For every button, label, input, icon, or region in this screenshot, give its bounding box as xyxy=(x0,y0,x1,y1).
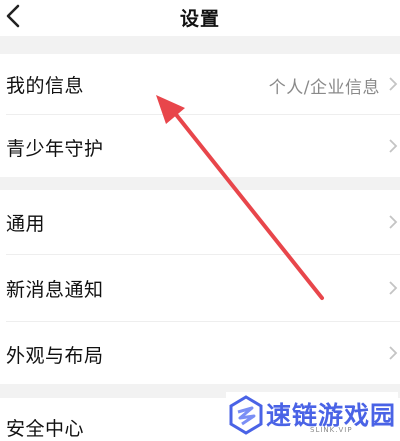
chevron-right-icon xyxy=(389,215,398,229)
watermark-subtext: SLINK.VIP xyxy=(310,426,353,434)
settings-item-value: 个人/企业信息 xyxy=(268,78,380,98)
settings-item-label: 我的信息 xyxy=(6,75,85,97)
settings-item-label: 新消息通知 xyxy=(6,279,104,301)
settings-item-label: 青少年守护 xyxy=(6,138,104,160)
settings-item-label: 外观与布局 xyxy=(6,345,104,367)
settings-item-appearance-layout[interactable]: 外观与布局 xyxy=(0,322,400,384)
settings-item-label: 安全中心 xyxy=(6,418,85,440)
settings-item-new-message-notify[interactable]: 新消息通知 xyxy=(0,255,400,321)
settings-item-my-info[interactable]: 我的信息 个人/企业信息 xyxy=(0,54,400,114)
chevron-right-icon xyxy=(389,77,398,91)
chevron-right-icon xyxy=(389,281,398,295)
section-gap xyxy=(0,177,400,190)
chevron-right-icon xyxy=(389,346,398,360)
settings-item-youth-guard[interactable]: 青少年守护 xyxy=(0,115,400,177)
settings-item-label: 通用 xyxy=(6,213,46,235)
speedlink-logo-icon xyxy=(229,395,263,435)
settings-item-general[interactable]: 通用 xyxy=(0,190,400,254)
section-gap xyxy=(0,36,400,54)
nav-bar: 设置 xyxy=(0,0,400,36)
page-title: 设置 xyxy=(179,8,220,30)
watermark: 速链游戏园 SLINK.VIP xyxy=(226,392,398,438)
chevron-right-icon xyxy=(389,139,398,153)
